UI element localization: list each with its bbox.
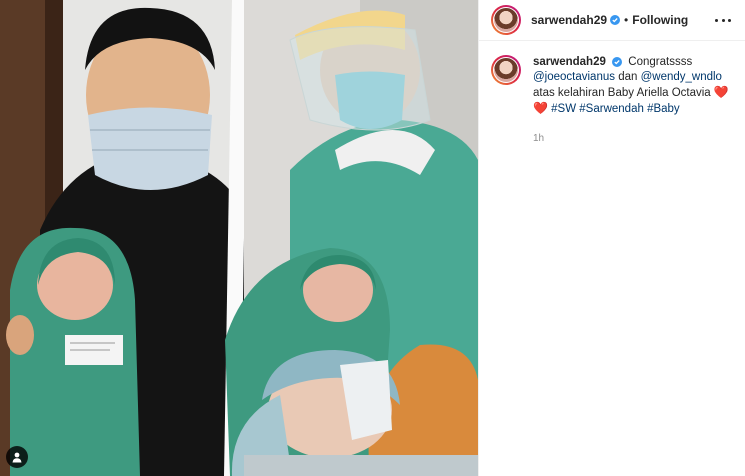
verified-badge-icon	[612, 56, 623, 67]
caption-text: Congratssss	[628, 56, 693, 68]
caption-body: sarwendah29 Congratssss @joeoctavianus d…	[533, 55, 733, 146]
verified-badge-icon	[610, 15, 621, 25]
heart-emoji-icon: ❤️	[533, 101, 548, 115]
header-username[interactable]: sarwendah29	[531, 13, 607, 27]
post-header: sarwendah29 • Following	[479, 0, 745, 41]
heart-emoji-icon: ❤️	[713, 85, 729, 99]
separator-dot: •	[624, 13, 629, 27]
hashtag-link[interactable]: #SW	[551, 103, 576, 115]
post-photo-image	[0, 0, 478, 476]
hashtag-link[interactable]: #Baby	[647, 103, 680, 115]
caption-username[interactable]: sarwendah29	[533, 56, 606, 68]
post-timestamp[interactable]: 1h	[533, 131, 733, 146]
user-tag-icon[interactable]	[6, 446, 28, 468]
caption-text: dan	[618, 71, 638, 83]
hashtag-link[interactable]: #Sarwendah	[579, 103, 644, 115]
avatar[interactable]	[491, 5, 521, 35]
caption-text: atas kelahiran Baby Ariella Octavia	[533, 87, 711, 99]
post-sidebar: sarwendah29 • Following sarwendah29 Cong…	[478, 0, 745, 476]
more-options-icon[interactable]	[715, 12, 731, 28]
caption-avatar[interactable]	[491, 55, 521, 85]
mention-link[interactable]: @wendy_wndlo	[641, 71, 722, 83]
following-button[interactable]: Following	[632, 13, 688, 27]
post-photo[interactable]	[0, 0, 478, 476]
mention-link[interactable]: @joeoctavianus	[533, 71, 615, 83]
caption-comment: sarwendah29 Congratssss @joeoctavianus d…	[479, 41, 745, 146]
instagram-post: sarwendah29 • Following sarwendah29 Cong…	[0, 0, 745, 476]
